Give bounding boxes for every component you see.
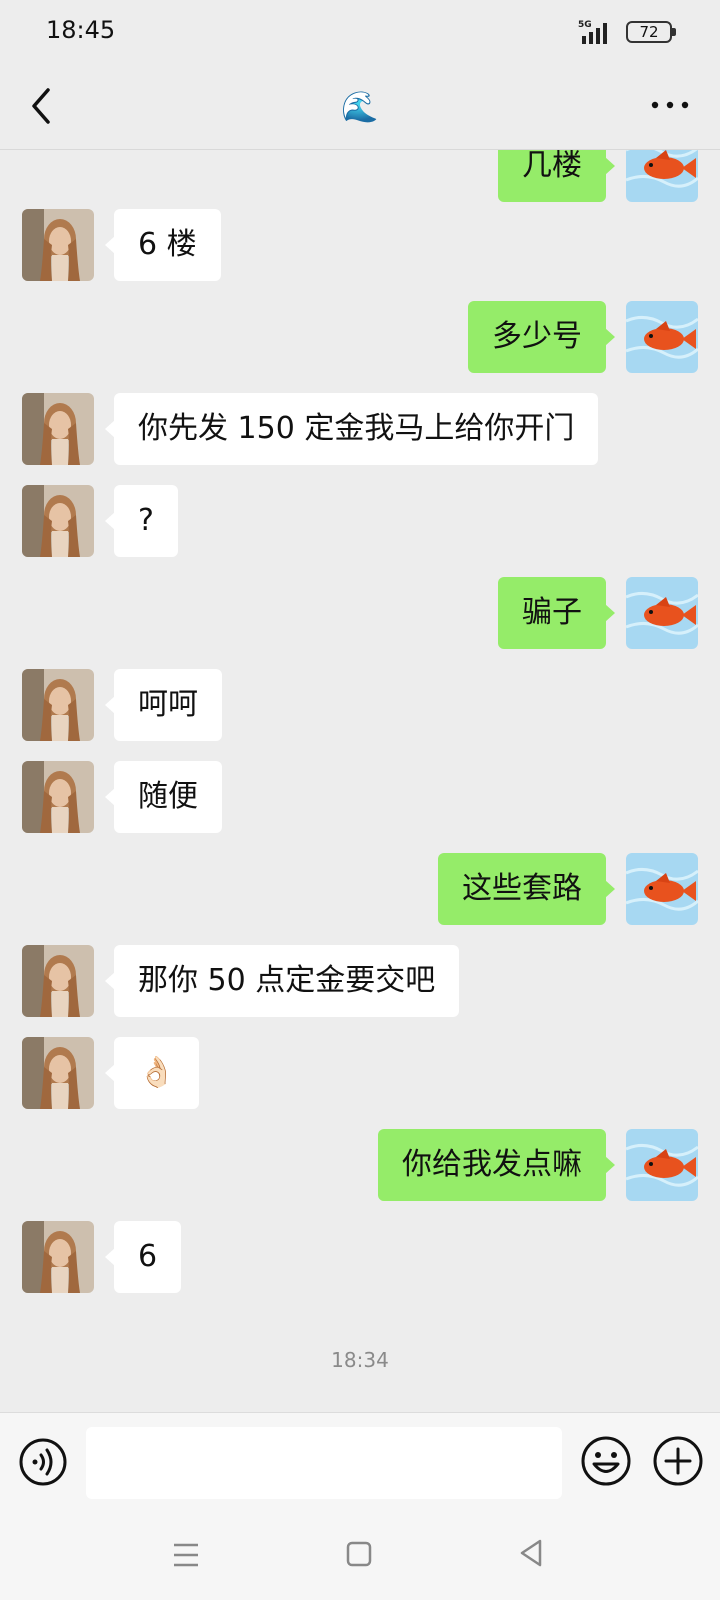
contact-photo-icon [22, 761, 94, 833]
back-triangle-icon[interactable] [518, 1538, 544, 1568]
chat-header: 🌊 [0, 64, 720, 150]
message-row: 你给我发点嘛 [0, 1129, 720, 1201]
message-row: 这些套路 [0, 853, 720, 925]
my-avatar[interactable] [626, 853, 698, 925]
message-row: 6 [0, 1221, 720, 1293]
message-row: 骗子 [0, 577, 720, 649]
home-icon[interactable] [346, 1540, 372, 1568]
my-avatar[interactable] [626, 301, 698, 373]
timestamp: 18:34 [331, 1348, 389, 1372]
message-bubble-outgoing[interactable]: 多少号 [468, 301, 615, 373]
message-row: 👌🏻 [0, 1037, 720, 1109]
recent-apps-icon[interactable] [172, 1540, 200, 1570]
contact-photo-icon [22, 1221, 94, 1293]
message-row: 你先发 150 定金我马上给你开门 [0, 393, 720, 465]
message-row: 几楼 [0, 150, 720, 202]
message-bubble-outgoing[interactable]: 你给我发点嘛 [378, 1129, 615, 1201]
goldfish-avatar-icon [626, 150, 698, 202]
plus-icon[interactable] [652, 1435, 704, 1487]
battery-tip [672, 28, 676, 36]
system-nav-bar [0, 1512, 720, 1600]
contact-avatar[interactable] [22, 485, 94, 557]
contact-avatar[interactable] [22, 761, 94, 833]
message-bubble-incoming[interactable]: 那你 50 点定金要交吧 [104, 945, 460, 1017]
contact-photo-icon [22, 1037, 94, 1109]
network-label: 5G [578, 20, 592, 30]
my-avatar[interactable] [626, 577, 698, 649]
goldfish-avatar-icon [626, 577, 698, 649]
contact-avatar[interactable] [22, 945, 94, 1017]
message-row: 呵呵 [0, 669, 720, 741]
chat-title: 🌊 [341, 90, 379, 125]
message-row: 那你 50 点定金要交吧 [0, 945, 720, 1017]
my-avatar[interactable] [626, 150, 698, 202]
contact-photo-icon [22, 209, 94, 281]
status-time: 18:45 [46, 16, 116, 44]
message-bubble-incoming[interactable]: 呵呵 [105, 669, 222, 741]
emoji-icon[interactable] [580, 1435, 632, 1487]
message-bubble-outgoing[interactable]: 几楼 [498, 150, 615, 202]
contact-avatar[interactable] [22, 393, 94, 465]
message-bubble-incoming[interactable]: 6 [104, 1221, 182, 1293]
goldfish-avatar-icon [626, 301, 698, 373]
message-row: 6 楼 [0, 209, 720, 281]
contact-avatar[interactable] [22, 209, 94, 281]
goldfish-avatar-icon [626, 1129, 698, 1201]
message-bubble-incoming[interactable]: 6 楼 [105, 209, 221, 281]
message-row: 随便 [0, 761, 720, 833]
voice-icon[interactable] [18, 1437, 68, 1487]
contact-avatar[interactable] [22, 669, 94, 741]
signal-5g-icon: 5G [578, 20, 607, 44]
message-bubble-incoming[interactable]: 随便 [105, 761, 222, 833]
message-row: ? [0, 485, 720, 557]
ellipsis-icon[interactable] [648, 90, 692, 120]
chevron-left-icon[interactable] [24, 84, 64, 128]
message-bubble-outgoing[interactable]: 骗子 [498, 577, 615, 649]
goldfish-avatar-icon [626, 853, 698, 925]
contact-avatar[interactable] [22, 1037, 94, 1109]
contact-photo-icon [22, 945, 94, 1017]
message-bubble-outgoing[interactable]: 这些套路 [438, 853, 615, 925]
contact-photo-icon [22, 393, 94, 465]
contact-avatar[interactable] [22, 1221, 94, 1293]
my-avatar[interactable] [626, 1129, 698, 1201]
battery-level: 72 [639, 23, 659, 41]
input-bar [0, 1412, 720, 1512]
contact-photo-icon [22, 485, 94, 557]
message-bubble-incoming[interactable]: 你先发 150 定金我马上给你开门 [104, 393, 599, 465]
chat-area[interactable]: 几楼 6 楼 多少号 你先发 150 定金我马上给你开门 ? 骗子 呵呵 随便 … [0, 150, 720, 1412]
message-bubble-incoming[interactable]: 👌🏻 [104, 1037, 200, 1109]
contact-photo-icon [22, 669, 94, 741]
battery-icon: 72 [626, 21, 672, 43]
message-bubble-incoming[interactable]: ? [105, 485, 178, 557]
status-bar: 18:45 5G 72 [0, 0, 720, 64]
message-row: 多少号 [0, 301, 720, 373]
message-input[interactable] [86, 1427, 562, 1499]
